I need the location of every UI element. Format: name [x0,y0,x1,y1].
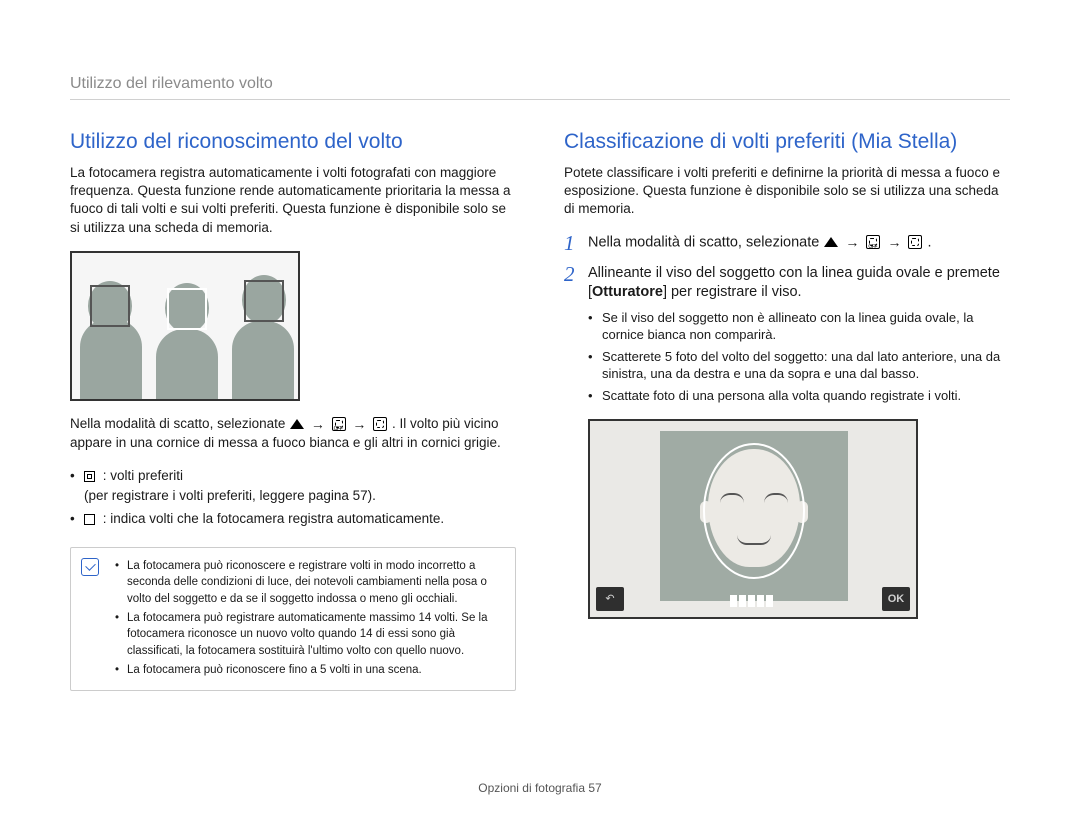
manual-page: Utilizzo del rilevamento volto Utilizzo … [0,0,1080,721]
text-span: (per registrare i volti preferiti, legge… [84,488,376,503]
arrow-right-icon: → [887,233,901,252]
text-span: Nella modalità di scatto, selezionate [588,234,823,250]
page-header: Utilizzo del rilevamento volto [70,75,1010,100]
right-column: Classificazione di volti preferiti (Mia … [564,130,1010,691]
frame-legend-list: : volti preferiti (per registrare i volt… [70,466,516,529]
arrow-right-icon: → [311,415,325,434]
back-button[interactable]: ↶ [596,587,624,611]
face-detect-off-icon [865,235,881,249]
capture-progress-icon [730,595,773,607]
focus-frame-white-icon [167,288,207,330]
note-item: La fotocamera può registrare automaticam… [115,610,503,660]
page-footer: Opzioni di fotografia 57 [0,781,1080,795]
mode-instruction-left: Nella modalità di scatto, selezionate → … [70,415,516,452]
list-item: Scattate foto di una persona alla volta … [588,387,1010,405]
text-span: Nella modalità di scatto, selezionate [70,416,289,431]
section-title-left: Utilizzo del riconoscimento del volto [70,130,516,154]
step-2-notes: Se il viso del soggetto non è allineato … [588,309,1010,405]
footer-text: Opzioni di fotografia [478,781,588,795]
favorite-frame-icon [84,471,95,482]
menu-up-icon [289,417,305,431]
arrow-right-icon: → [845,233,859,252]
focus-frame-grey-icon [90,285,130,327]
step-number: 1 [564,233,588,254]
focus-frame-grey-icon [244,280,284,322]
section-title-right: Classificazione di volti preferiti (Mia … [564,130,1010,154]
text-span: : indica volti che la fotocamera registr… [103,511,444,526]
intro-left: La fotocamera registra automaticamente i… [70,164,516,237]
arrow-right-icon: → [352,415,366,434]
intro-right: Potete classificare i volti preferiti e … [564,164,1010,219]
step-text: Nella modalità di scatto, selezionate → … [588,233,1010,254]
back-arrow-icon: ↶ [605,592,614,605]
auto-frame-icon [84,514,95,525]
note-icon [81,558,99,576]
note-item: La fotocamera può riconoscere fino a 5 v… [115,662,503,679]
face-star-icon [907,235,923,249]
text-span: ] per registrare il viso. [663,284,802,300]
step-1: 1 Nella modalità di scatto, selezionate … [564,233,1010,254]
ok-button[interactable]: OK [882,587,910,611]
face-detect-off-icon [331,417,347,431]
list-item: Scatterete 5 foto del volto del soggetto… [588,348,1010,383]
step-number: 2 [564,264,588,409]
notes-box: La fotocamera può riconoscere e registra… [70,547,516,692]
list-item: Se il viso del soggetto non è allineato … [588,309,1010,344]
menu-up-icon [823,235,839,249]
text-span: . [928,234,932,250]
text-span: : volti preferiti [103,468,183,483]
content-columns: Utilizzo del riconoscimento del volto La… [70,130,1010,691]
list-item: : indica volti che la fotocamera registr… [70,509,516,529]
step-text: Allineante il viso del soggetto con la l… [588,264,1010,409]
shutter-label: Otturatore [592,284,663,300]
face-smart-icon [372,417,388,431]
page-number: 57 [588,781,601,795]
face-detection-illustration [70,251,300,401]
note-item: La fotocamera può riconoscere e registra… [115,558,503,608]
face-registration-illustration: ↶ OK [588,419,918,619]
left-column: Utilizzo del riconoscimento del volto La… [70,130,516,691]
oval-guide-icon [703,443,805,579]
step-2: 2 Allineante il viso del soggetto con la… [564,264,1010,409]
list-item: : volti preferiti (per registrare i volt… [70,466,516,505]
